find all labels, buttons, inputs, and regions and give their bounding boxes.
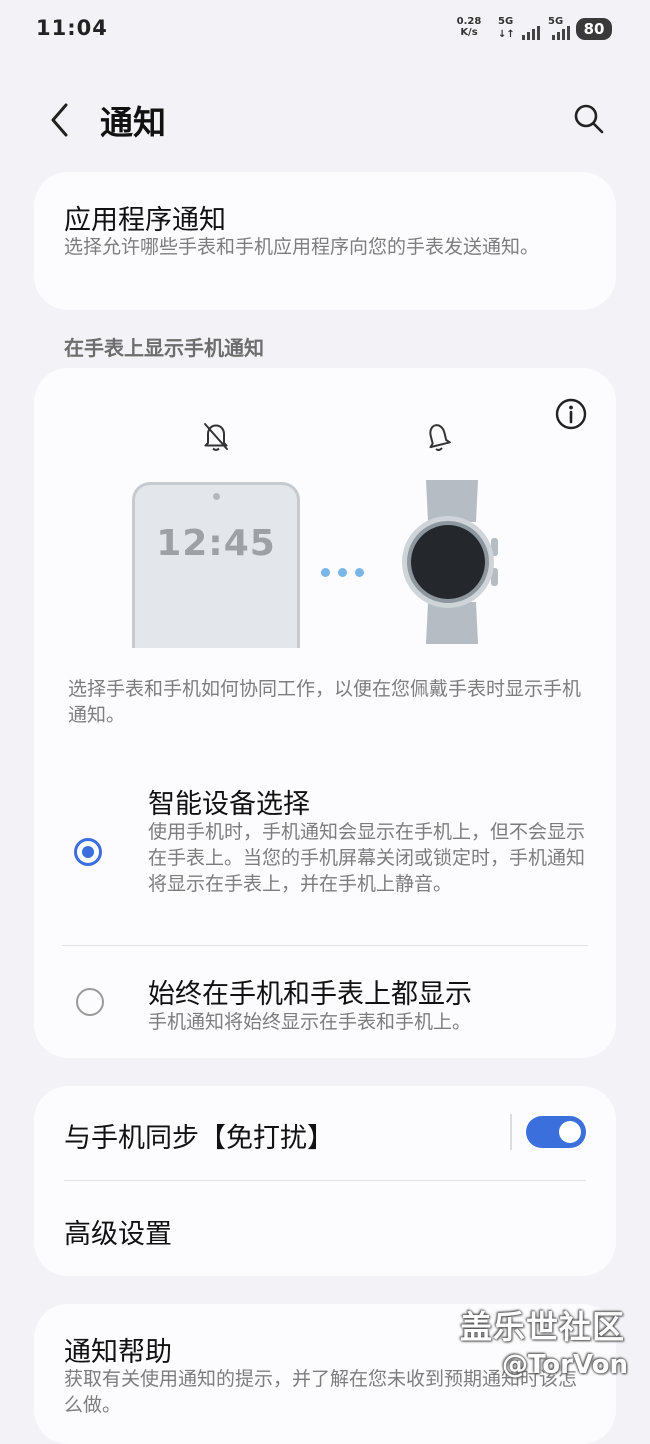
phone-camera xyxy=(213,493,220,500)
option-title: 智能设备选择 xyxy=(148,789,310,820)
page-title: 通知 xyxy=(100,103,166,142)
info-icon xyxy=(555,398,587,430)
help-title: 通知帮助 xyxy=(64,1337,172,1368)
search-icon xyxy=(574,104,604,134)
status-time: 11:04 xyxy=(36,16,108,40)
advanced-settings-label: 高级设置 xyxy=(64,1219,172,1250)
option-always-show-both[interactable]: 始终在手机和手表上都显示 手机通知将始终显示在手表和手机上。 xyxy=(60,960,590,1040)
signal-label-1: 5G xyxy=(498,16,514,27)
battery-indicator: 80 xyxy=(576,18,612,40)
watermark-user: @TorVon xyxy=(502,1350,629,1380)
settings-card: 与手机同步【免打扰】 高级设置 xyxy=(34,1086,616,1276)
signal-bars-2-icon xyxy=(552,20,570,40)
option-description: 手机通知将始终显示在手表和手机上。 xyxy=(148,1011,472,1033)
sync-dnd-label: 与手机同步【免打扰】 xyxy=(64,1123,334,1154)
sync-dnd-row[interactable]: 与手机同步【免打扰】 xyxy=(34,1086,504,1178)
watch-illustration xyxy=(396,480,508,644)
option-description: 使用手机时，手机通知会显示在手机上，但不会显示在手表上。当您的手机屏幕关闭或锁定… xyxy=(148,821,586,895)
phone-clock: 12:45 xyxy=(156,523,276,564)
phone-notification-display-card: 12:45 选择手表和手机如何协同工作，以便在您佩戴手表时显示手机通知。 智能设… xyxy=(34,368,616,1058)
data-arrows-icon: ↓↑ xyxy=(498,29,515,40)
divider xyxy=(62,945,588,946)
section-header: 在手表上显示手机通知 xyxy=(64,336,264,360)
sync-dnd-toggle[interactable] xyxy=(526,1116,586,1148)
app-notifications-title: 应用程序通知 xyxy=(64,205,226,236)
search-button[interactable] xyxy=(570,100,608,138)
watermark-site: 盖乐世社区 xyxy=(460,1308,626,1346)
radio-always-show-both[interactable] xyxy=(76,988,104,1016)
bell-icon xyxy=(420,418,456,454)
info-button[interactable] xyxy=(553,396,589,432)
option-smart-device-select[interactable]: 智能设备选择 使用手机时，手机通知会显示在手机上，但不会显示在手表上。当您的手机… xyxy=(60,768,590,928)
signal-bars-icon xyxy=(522,20,540,40)
chevron-left-icon xyxy=(51,103,68,137)
bell-off-icon xyxy=(198,418,234,454)
app-notifications-card[interactable]: 应用程序通知 选择允许哪些手表和手机应用程序向您的手表发送通知。 xyxy=(34,172,616,310)
network-speed: 0.28 K/s xyxy=(452,16,486,38)
back-button[interactable] xyxy=(46,100,76,140)
network-speed-value: 0.28 xyxy=(456,16,482,27)
phone-illustration: 12:45 xyxy=(132,482,300,648)
app-notifications-description: 选择允许哪些手表和手机应用程序向您的手表发送通知。 xyxy=(64,236,540,258)
radio-smart-device-select[interactable] xyxy=(74,838,102,866)
toggle-separator xyxy=(510,1114,512,1150)
option-title: 始终在手机和手表上都显示 xyxy=(148,979,472,1010)
display-card-description: 选择手表和手机如何协同工作，以便在您佩戴手表时显示手机通知。 xyxy=(68,678,582,726)
network-speed-unit: K/s xyxy=(460,27,478,38)
divider xyxy=(64,1180,586,1181)
advanced-settings-row[interactable]: 高级设置 xyxy=(34,1182,616,1274)
